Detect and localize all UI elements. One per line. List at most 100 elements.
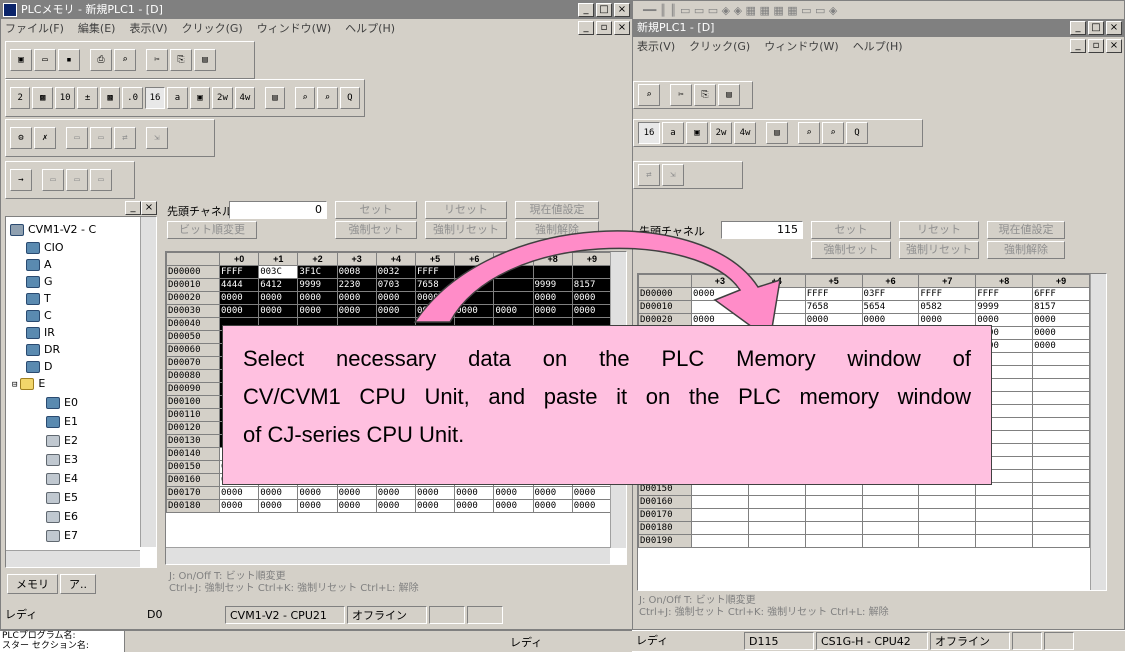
grid-cell[interactable]: 4444 [218,278,260,292]
grid-cell[interactable]: 0703 [375,278,416,292]
download-icon[interactable]: ▭ [90,127,112,149]
grid-cell[interactable]: FFFF [918,287,977,301]
grid-cell[interactable] [1032,404,1090,418]
grid-cell[interactable]: 0000 [571,291,613,305]
grid-cell[interactable]: 0000 [493,304,534,318]
fill-icon[interactable]: ▭ [66,169,88,191]
grid-cell[interactable]: 9999 [532,278,573,292]
hex16-icon[interactable]: 16 [638,122,660,144]
copy-icon[interactable]: ⎘ [694,84,716,106]
grid-cell[interactable] [861,534,920,548]
tree-item-e6[interactable]: E6 [46,508,78,525]
grid-cell[interactable]: 0000 [571,304,613,318]
menu-window[interactable]: ウィンドウ(W) [764,38,838,54]
menu-help[interactable]: ヘルプ(H) [853,38,903,54]
grid-cell[interactable]: 0000 [532,499,573,513]
tree-hscrollbar[interactable] [6,550,140,567]
right-grid-scrollbar[interactable] [1090,274,1106,590]
grid-cell[interactable]: 0000 [414,499,456,513]
compare-icon[interactable]: ⇄ [114,127,136,149]
grid-cell[interactable]: 9999 [297,278,338,292]
force-icon[interactable]: → [10,169,32,191]
new-icon[interactable]: ▣ [10,49,32,71]
transfer-icon[interactable]: ⇲ [146,127,168,149]
grid-cell[interactable] [691,521,749,535]
right-force-set-button[interactable]: 強制セット [811,241,891,259]
grid-cell[interactable] [918,534,977,548]
grid-cell[interactable]: 8157 [1032,300,1090,314]
grid-cell[interactable] [1032,430,1090,444]
grid-cell[interactable]: 0000 [691,287,749,301]
grid-cell[interactable]: 0032 [375,265,416,279]
grid-cell[interactable]: 0000 [414,486,456,500]
ascii-icon[interactable]: a [662,122,684,144]
grid-cell[interactable]: 0000 [454,499,495,513]
grid-cell[interactable] [1032,456,1090,470]
tab-address[interactable]: ア.. [60,574,96,594]
grid-cell[interactable]: 0000 [258,291,299,305]
dec-icon[interactable]: 10 [54,87,76,109]
grid-cell[interactable]: 0000 [297,304,338,318]
dec-double-icon[interactable]: ▩ [99,87,121,109]
check-icon[interactable]: ▭ [90,169,112,191]
tree-item-cio[interactable]: CIO [26,239,64,256]
left-set-button[interactable]: セット [335,201,417,219]
tree-item-d[interactable]: D [26,358,52,375]
grid-cell[interactable]: FFFF [804,287,863,301]
child-minimize-button[interactable]: _ [1070,39,1086,53]
grid-cell[interactable] [1032,365,1090,379]
grid-cell[interactable] [747,521,806,535]
double-word-icon[interactable]: 2w [212,87,233,109]
grid-cell[interactable] [691,534,749,548]
zoom-out-icon[interactable]: Q [846,122,868,144]
preview-icon[interactable]: ⌕ [114,49,136,71]
grid-cell[interactable]: 0000 [454,486,495,500]
grid-cell[interactable] [1032,378,1090,392]
grid-cell[interactable] [1032,391,1090,405]
tree-item-dr[interactable]: DR [26,341,60,358]
grid-cell[interactable]: 0000 [1032,339,1090,353]
clear-icon[interactable]: ▭ [42,169,64,191]
grid-cell[interactable] [454,291,495,305]
grid-cell[interactable] [1032,469,1090,483]
grid-cell[interactable]: FFFF [414,265,456,279]
menu-edit[interactable]: 編集(E) [78,20,116,36]
left-top-channel-input[interactable]: 0 [229,201,327,219]
grid-cell[interactable] [918,521,977,535]
grid-cell[interactable]: 0000 [297,499,338,513]
find-icon[interactable]: ⌕ [798,122,820,144]
grid-cell[interactable]: 0582 [918,300,977,314]
left-bit-change-button[interactable]: ビット順変更 [167,221,257,239]
hex16-icon[interactable]: 16 [144,87,166,109]
grid-cell[interactable]: 0000 [375,486,416,500]
grid-cell[interactable]: 0000 [258,499,299,513]
child-restore-button[interactable]: ▫ [596,21,612,35]
grid-cell[interactable] [804,521,863,535]
grid-cell[interactable]: 0000 [1032,326,1090,340]
grid-cell[interactable] [691,508,749,522]
online-icon[interactable]: ⚙ [10,127,32,149]
grid-cell[interactable]: 0000 [493,499,534,513]
grid-cell[interactable]: 0000 [297,291,338,305]
monitor-icon[interactable]: ▤ [264,87,286,109]
grid-cell[interactable]: 003C [258,265,299,279]
grid-cell[interactable]: 0000 [532,486,573,500]
cut-icon[interactable]: ✂ [146,49,168,71]
tree-item-e1[interactable]: E1 [46,413,78,430]
tree-item-t[interactable]: T [26,290,51,307]
grid-cell[interactable]: 0000 [336,291,377,305]
grid-cell[interactable] [1032,495,1090,509]
menu-click[interactable]: クリック(G) [689,38,750,54]
grid-cell[interactable] [532,265,573,279]
grid-cell[interactable] [804,534,863,548]
grid-cell[interactable]: 3F1C [297,265,338,279]
maximize-button[interactable]: □ [1088,21,1104,35]
copy-icon[interactable]: ⎘ [170,49,192,71]
grid-cell[interactable] [1032,521,1090,535]
tree-item-e0[interactable]: E0 [46,394,78,411]
grid-cell[interactable] [975,534,1034,548]
grid-cell[interactable]: 8157 [571,278,613,292]
left-present-value-button[interactable]: 現在値設定 [515,201,599,219]
grid-cell[interactable]: 0000 [258,486,299,500]
grid-cell[interactable]: 0000 [375,499,416,513]
